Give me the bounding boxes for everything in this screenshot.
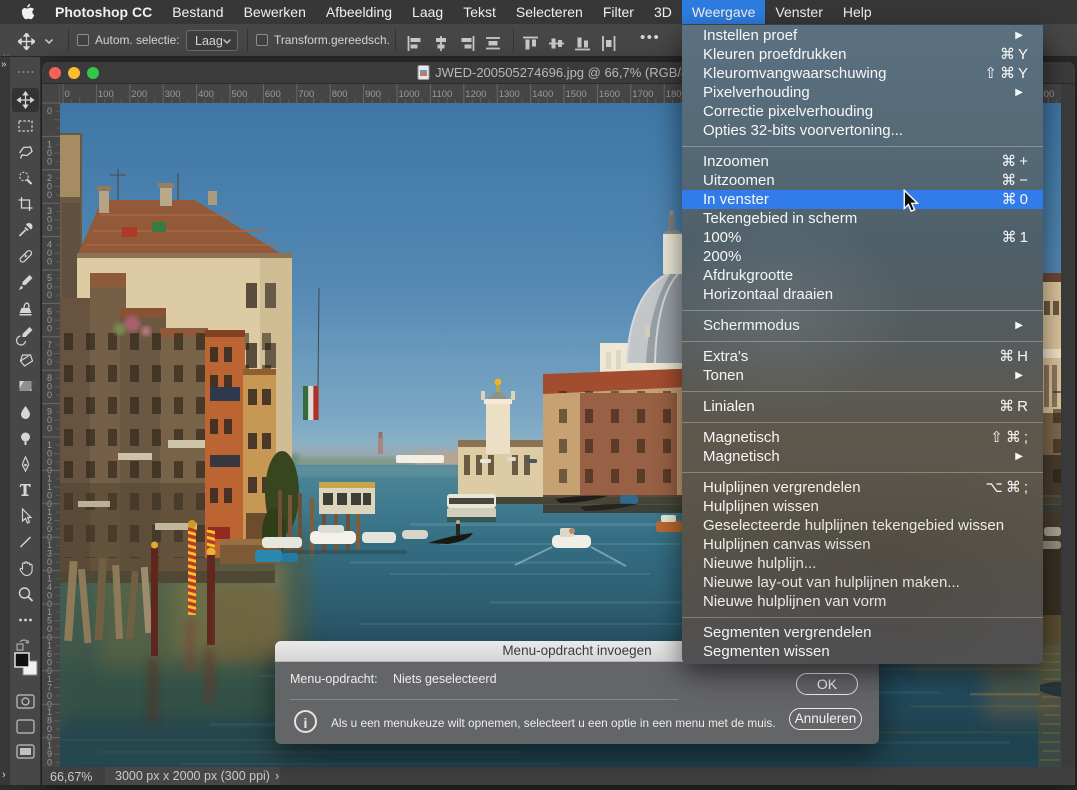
svg-text:0: 0: [47, 357, 52, 367]
svg-text:800: 800: [332, 89, 348, 100]
svg-text:1300: 1300: [499, 89, 520, 100]
svg-text:0: 0: [47, 290, 52, 300]
svg-text:1100: 1100: [432, 89, 452, 100]
svg-text:0: 0: [47, 156, 52, 166]
svg-text:1000: 1000: [399, 89, 420, 100]
svg-text:0: 0: [47, 323, 52, 333]
svg-text:0: 0: [47, 223, 52, 233]
svg-text:0: 0: [47, 390, 52, 400]
svg-text:1500: 1500: [566, 89, 587, 100]
svg-text:700: 700: [298, 89, 314, 100]
svg-text:600: 600: [265, 89, 281, 100]
svg-text:1600: 1600: [599, 89, 620, 100]
svg-text:0: 0: [47, 424, 52, 434]
svg-text:1700: 1700: [632, 89, 653, 100]
svg-text:500: 500: [232, 89, 248, 100]
svg-text:200: 200: [131, 89, 147, 100]
svg-text:1200: 1200: [465, 89, 486, 100]
svg-text:0: 0: [47, 257, 52, 267]
svg-text:300: 300: [165, 89, 181, 100]
svg-text:400: 400: [198, 89, 214, 100]
svg-text:0: 0: [47, 106, 52, 116]
svg-text:900: 900: [365, 89, 381, 100]
svg-text:1400: 1400: [532, 89, 553, 100]
svg-text:100: 100: [98, 89, 114, 100]
svg-text:0: 0: [65, 89, 70, 100]
svg-text:0: 0: [47, 190, 52, 200]
